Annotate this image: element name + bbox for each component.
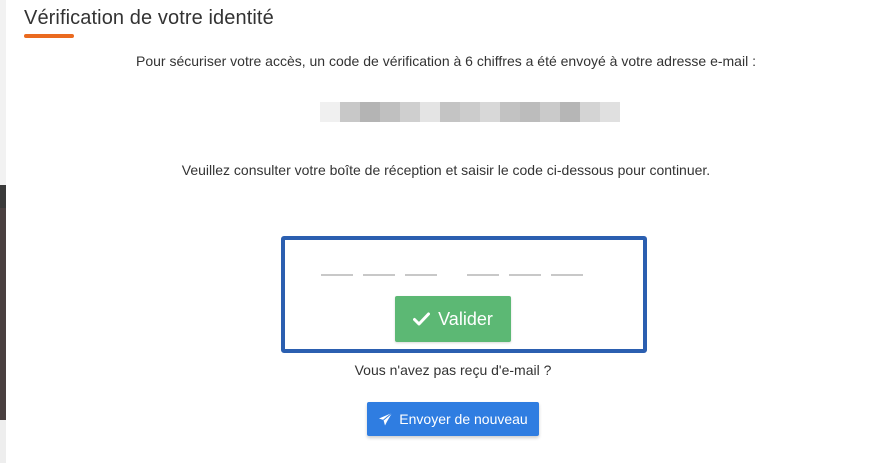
masked-email-pixel	[420, 102, 440, 122]
code-digit-input-1[interactable]	[321, 274, 353, 276]
check-icon	[413, 312, 431, 326]
code-entry-box: Valider	[281, 236, 647, 353]
masked-email-pixel	[380, 102, 400, 122]
resend-button[interactable]: Envoyer de nouveau	[367, 402, 539, 436]
verification-page: Vérification de votre identité Pour sécu…	[0, 0, 892, 463]
code-digit-input-6[interactable]	[551, 274, 583, 276]
masked-email-pixel	[520, 102, 540, 122]
check-inbox-text: Veuillez consulter votre boîte de récept…	[181, 162, 711, 178]
masked-email-pixel	[440, 102, 460, 122]
masked-email-pixel	[480, 102, 500, 122]
masked-email-pixel	[460, 102, 480, 122]
code-digit-input-4[interactable]	[467, 274, 499, 276]
background-app-strip	[0, 0, 6, 463]
masked-email-pixel	[320, 102, 340, 122]
masked-email-pixel	[360, 102, 380, 122]
masked-email-pixel	[540, 102, 560, 122]
masked-email-pixel	[340, 102, 360, 122]
masked-email-pixel	[600, 102, 620, 122]
modal-title: Vérification de votre identité	[24, 7, 274, 29]
resend-button-label: Envoyer de nouveau	[399, 411, 528, 427]
sent-notice-text: Pour sécuriser votre accès, un code de v…	[136, 53, 756, 69]
masked-email-address	[320, 102, 620, 122]
masked-email-pixel	[580, 102, 600, 122]
masked-email-pixel	[560, 102, 580, 122]
code-digit-input-2[interactable]	[363, 274, 395, 276]
validate-button[interactable]: Valider	[395, 296, 511, 342]
masked-email-pixel	[400, 102, 420, 122]
masked-email-pixel	[500, 102, 520, 122]
code-digit-input-3[interactable]	[405, 274, 437, 276]
paper-plane-icon	[378, 412, 393, 427]
code-inputs	[321, 274, 593, 276]
code-digit-input-5[interactable]	[509, 274, 541, 276]
title-underline	[24, 34, 74, 38]
validate-button-label: Valider	[438, 308, 493, 329]
resend-question-text: Vous n'avez pas reçu d'e-mail ?	[354, 362, 552, 378]
